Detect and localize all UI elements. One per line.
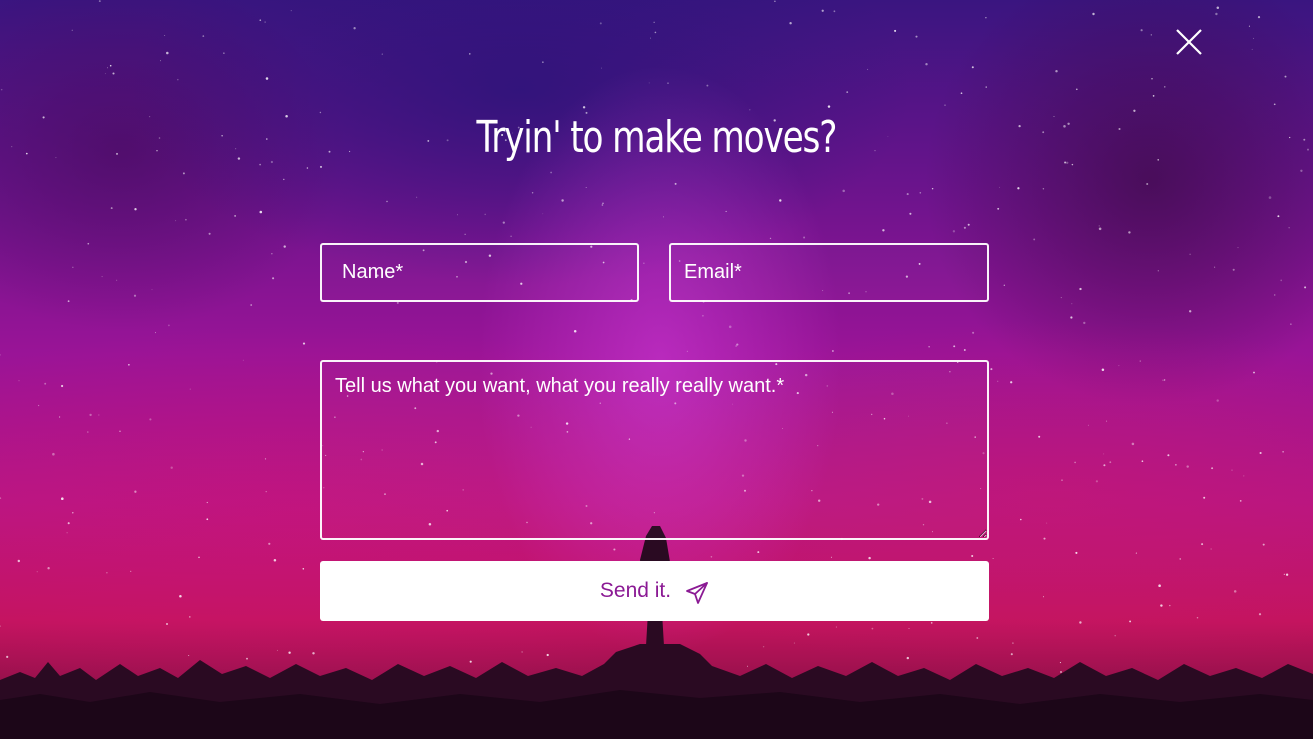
close-button[interactable] xyxy=(1170,24,1208,62)
name-field[interactable] xyxy=(320,243,639,302)
send-button-label: Send it. xyxy=(599,579,672,602)
email-field[interactable] xyxy=(669,243,989,302)
message-textarea[interactable] xyxy=(320,360,989,540)
page-title: Tryin' to make moves? xyxy=(476,112,837,163)
send-button[interactable]: Send it. xyxy=(320,561,989,621)
paper-plane-icon xyxy=(685,581,709,605)
close-icon xyxy=(1176,29,1202,55)
